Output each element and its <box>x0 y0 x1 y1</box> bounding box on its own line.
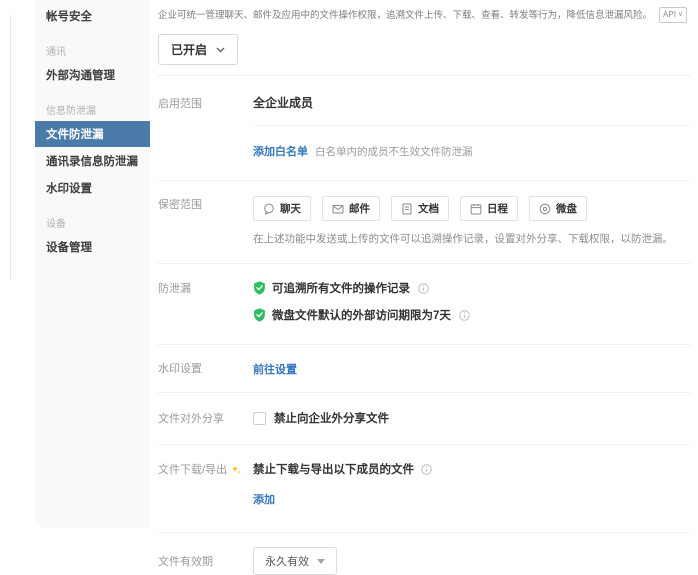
row-file-download-export: 文件下载/导出 禁止下载与导出以下成员的文件 添加 <box>158 445 690 533</box>
chip-drive-label: 微盘 <box>556 201 577 216</box>
file-leak-prevention-panel: 企业可统一管理聊天、邮件及应用中的文件操作权限，追溯文件上传、下载、查看、转发等… <box>158 0 690 575</box>
page-edge-line <box>10 15 11 280</box>
feature-description-text: 企业可统一管理聊天、邮件及应用中的文件操作权限，追溯文件上传、下载、查看、转发等… <box>158 10 652 21</box>
row-label: 文件对外分享 <box>158 410 253 426</box>
chip-document[interactable]: 文档 <box>391 196 449 221</box>
api-badge[interactable]: API∨ <box>659 7 687 23</box>
prevention-item: 微盘文件默认的外部访问期限为7天 <box>253 307 690 323</box>
scope-value: 全企业成员 <box>253 94 690 111</box>
chip-mail-label: 邮件 <box>349 201 370 216</box>
chip-chat[interactable]: 聊天 <box>253 196 311 221</box>
triangle-down-icon <box>317 559 325 564</box>
settings-sidebar: 帐号安全 通讯 外部沟通管理 信息防泄漏 文件防泄漏 通讯录信息防泄漏 水印设置… <box>35 0 150 528</box>
forbid-share-checkbox[interactable] <box>253 412 266 425</box>
row-external-file-share: 文件对外分享 禁止向企业外分享文件 <box>158 393 690 445</box>
sidebar-section-leak-prevention: 信息防泄漏 <box>35 89 150 120</box>
info-icon[interactable] <box>459 310 470 321</box>
prevention-item-text: 可追溯所有文件的操作记录 <box>272 280 410 296</box>
chip-chat-label: 聊天 <box>280 201 301 216</box>
validity-dropdown-label: 永久有效 <box>265 553 309 569</box>
forbid-share-option: 禁止向企业外分享文件 <box>253 410 690 426</box>
chip-drive[interactable]: 微盘 <box>529 196 587 221</box>
sidebar-item-external-communication[interactable]: 外部沟通管理 <box>35 62 150 88</box>
chip-calendar-label: 日程 <box>487 201 508 216</box>
row-leak-prevention: 防泄漏 可追溯所有文件的操作记录 微盘文件默认的外部访问期限为7天 <box>158 264 690 345</box>
api-badge-label: API <box>663 9 676 21</box>
chat-icon <box>263 203 275 215</box>
sidebar-section-devices: 设备 <box>35 202 150 233</box>
sidebar-item-watermark-settings[interactable]: 水印设置 <box>35 175 150 201</box>
chip-document-label: 文档 <box>418 201 439 216</box>
new-feature-sparkle-icon <box>231 464 242 475</box>
chip-mail[interactable]: 邮件 <box>322 196 380 221</box>
add-member-line: 添加 <box>253 490 690 508</box>
drive-icon <box>539 203 551 215</box>
chevron-down-icon <box>216 47 225 53</box>
info-icon[interactable] <box>421 464 432 475</box>
secrecy-chips: 聊天 邮件 文档 日程 微盘 <box>253 196 690 221</box>
download-row-label: 文件下载/导出 <box>158 461 227 477</box>
row-label: 启用范围 <box>158 94 253 160</box>
forbid-share-label: 禁止向企业外分享文件 <box>274 410 389 426</box>
shield-check-icon <box>253 281 266 295</box>
download-restriction-title: 禁止下载与导出以下成员的文件 <box>253 461 414 477</box>
validity-dropdown-button[interactable]: 永久有效 <box>253 547 337 575</box>
divider <box>253 125 690 126</box>
sidebar-item-account-security[interactable]: 帐号安全 <box>35 3 150 29</box>
add-whitelist-link[interactable]: 添加白名单 <box>253 146 308 158</box>
whitelist-hint: 白名单内的成员不生效文件防泄漏 <box>315 146 473 158</box>
row-label: 水印设置 <box>158 360 253 378</box>
document-icon <box>401 203 413 215</box>
download-restriction-line: 禁止下载与导出以下成员的文件 <box>253 461 690 477</box>
calendar-icon <box>470 203 482 215</box>
sidebar-item-device-management[interactable]: 设备管理 <box>35 234 150 260</box>
row-label: 保密范围 <box>158 196 253 246</box>
go-to-watermark-settings-link[interactable]: 前往设置 <box>253 364 297 376</box>
sidebar-item-contacts-leak-prevention[interactable]: 通讯录信息防泄漏 <box>35 148 150 174</box>
mail-icon <box>332 203 344 215</box>
whitelist-line: 添加白名单白名单内的成员不生效文件防泄漏 <box>253 142 690 160</box>
row-secrecy-scope: 保密范围 聊天 邮件 文档 日程 <box>158 181 690 264</box>
status-dropdown-label: 已开启 <box>171 41 207 58</box>
sidebar-section-communication: 通讯 <box>35 30 150 61</box>
shield-check-icon <box>253 308 266 322</box>
sidebar-item-file-leak-prevention[interactable]: 文件防泄漏 <box>35 121 150 147</box>
row-label: 防泄漏 <box>158 280 253 323</box>
row-watermark-settings: 水印设置 前往设置 <box>158 345 690 393</box>
row-label: 文件下载/导出 <box>158 461 253 508</box>
row-enable-scope: 启用范围 全企业成员 添加白名单白名单内的成员不生效文件防泄漏 <box>158 76 690 181</box>
secrecy-description: 在上述功能中发送或上传的文件可以追溯操作记录，设置对外分享、下载权限，以防泄漏。 <box>253 231 690 246</box>
prevention-item-text: 微盘文件默认的外部访问期限为7天 <box>272 307 451 323</box>
prevention-item: 可追溯所有文件的操作记录 <box>253 280 690 296</box>
chip-calendar[interactable]: 日程 <box>460 196 518 221</box>
chevron-down-icon: ∨ <box>678 10 683 21</box>
info-icon[interactable] <box>418 283 429 294</box>
add-member-link[interactable]: 添加 <box>253 494 275 506</box>
row-label: 文件有效期 <box>158 547 253 575</box>
feature-description: 企业可统一管理聊天、邮件及应用中的文件操作权限，追溯文件上传、下载、查看、转发等… <box>158 0 690 23</box>
status-dropdown-button[interactable]: 已开启 <box>158 34 238 65</box>
row-file-validity: 文件有效期 永久有效 <box>158 533 690 575</box>
